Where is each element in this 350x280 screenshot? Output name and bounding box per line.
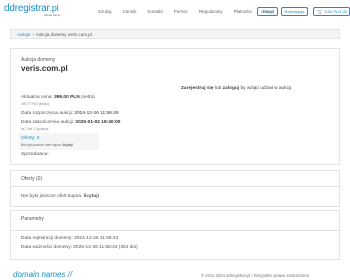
current-price: Aktualna cena: 399,00 PLN (netto) xyxy=(21,95,95,100)
login-button[interactable]: Zaloguj xyxy=(257,7,278,16)
login-prompt-tail: by wziąć udział w aukcji. xyxy=(239,86,293,91)
nav-item-pomoc[interactable]: Pomoc xyxy=(174,9,188,14)
logo-tld: .pl xyxy=(49,3,59,13)
nav-item-cennik[interactable]: Cennik xyxy=(123,9,137,14)
time-remaining: za 7 dni i 1 godzinę xyxy=(21,127,49,131)
offers-none-text: Nie było jeszcze ofert kupna. licytuj! xyxy=(21,143,73,147)
logo-subtitle: domain names xyxy=(44,14,61,17)
start-date: Data rozpoczęcia aukcji: 2024-12-26 11:5… xyxy=(21,111,119,116)
footer-copyright: © 2011-2024 ddregistrar.pl | Wszystkie p… xyxy=(201,273,309,278)
cart-total: 0,00 PLN (0) xyxy=(324,9,348,14)
validity-value: 2025-12-26 11:58:43 (364 dni) xyxy=(73,245,138,250)
login-prompt: Zarejestruj się lub zaloguj by wziąć udz… xyxy=(181,86,292,91)
parameters-section: Parametry Data rejestracji domeny: 2024-… xyxy=(10,210,341,260)
offers-count[interactable]: Oferty: 0 xyxy=(21,136,39,141)
start-label: Data rozpoczęcia aukcji: xyxy=(21,111,75,116)
nav-item-platnosci[interactable]: Płatności xyxy=(234,9,252,14)
offers-section-title: Oferty (0) xyxy=(21,176,43,182)
register-link[interactable]: Zarejestruj się xyxy=(181,86,214,91)
breadcrumb-root[interactable]: Aukcje xyxy=(17,32,31,37)
bid-link[interactable]: licytuj! xyxy=(63,143,73,147)
logo-main: ddregistrar xyxy=(4,3,50,14)
login-link[interactable]: zaloguj xyxy=(223,86,240,91)
offers-section-text: Nie było jeszcze ofert kupna. licytuj! xyxy=(21,194,99,199)
registration-label: Data rejestracji domeny: xyxy=(21,236,75,241)
domain-label: Aukcja domeny xyxy=(21,57,56,63)
end-date: Data zakończenia aukcji: 2025-01-02 18:4… xyxy=(21,120,120,125)
validity-date: Data ważności domeny: 2025-12-26 11:58:4… xyxy=(21,245,138,250)
cart-icon: 🛒 xyxy=(317,8,323,14)
divider xyxy=(11,230,341,231)
end-label: Data zakończenia aukcji: xyxy=(21,120,76,125)
price-suffix: (netto) xyxy=(79,95,95,100)
divider xyxy=(11,186,341,187)
offers-section-bid-link[interactable]: licytuj! xyxy=(84,194,99,199)
auction-card: Aukcja domeny veris.com.pl Zarejestruj s… xyxy=(10,48,340,165)
parameters-title: Parametry xyxy=(21,216,45,222)
cart-button[interactable]: 🛒 0,00 PLN (0) xyxy=(313,7,350,16)
domain-name: veris.com.pl xyxy=(21,64,68,73)
registration-value: 2024-12-26 11:58:43 xyxy=(74,236,119,241)
start-value: 2024-12-26 11:58:49 xyxy=(74,111,119,116)
breadcrumb-current: Aukcja domeny veris.com.pl xyxy=(35,31,92,37)
end-value: 2025-01-02 18:40:00 xyxy=(75,120,121,125)
site-logo[interactable]: ddregistrar.pl xyxy=(4,3,59,14)
nav-item-szukaj[interactable]: Szukaj xyxy=(98,9,112,14)
price-label: Aktualna cena: xyxy=(21,95,55,100)
validity-label: Data ważności domeny: xyxy=(21,245,74,250)
price-value: 399,00 PLN xyxy=(54,95,80,100)
footer-logo[interactable]: domain names // xyxy=(13,270,72,279)
nav-item-regulaminy[interactable]: Regulaminy xyxy=(199,9,223,14)
registration-date: Data rejestracji domeny: 2024-12-26 11:5… xyxy=(21,236,118,241)
nav-item-kontakt[interactable]: Kontakt xyxy=(148,9,163,14)
offers-none-label: Nie było jeszcze ofert kupna. xyxy=(21,143,63,147)
offers-section: Oferty (0) Nie było jeszcze ofert kupna.… xyxy=(10,170,341,207)
offers-section-none: Nie było jeszcze ofert kupna. xyxy=(21,194,84,199)
register-button[interactable]: Rejestracja xyxy=(281,7,308,16)
price-gross: 490,77 PLN (brutto) xyxy=(21,102,49,106)
breadcrumb: Aukcje / Aukcja domeny veris.com.pl xyxy=(10,29,340,39)
login-prompt-mid: lub xyxy=(213,86,223,91)
breadcrumb-separator: / xyxy=(32,31,34,37)
seller-label: Sprzedawca: xyxy=(21,152,49,157)
site-header: ddregistrar.pl domain names Szukaj Cenni… xyxy=(0,0,350,22)
site-footer: domain names // © 2011-2024 ddregistrar.… xyxy=(0,266,350,280)
